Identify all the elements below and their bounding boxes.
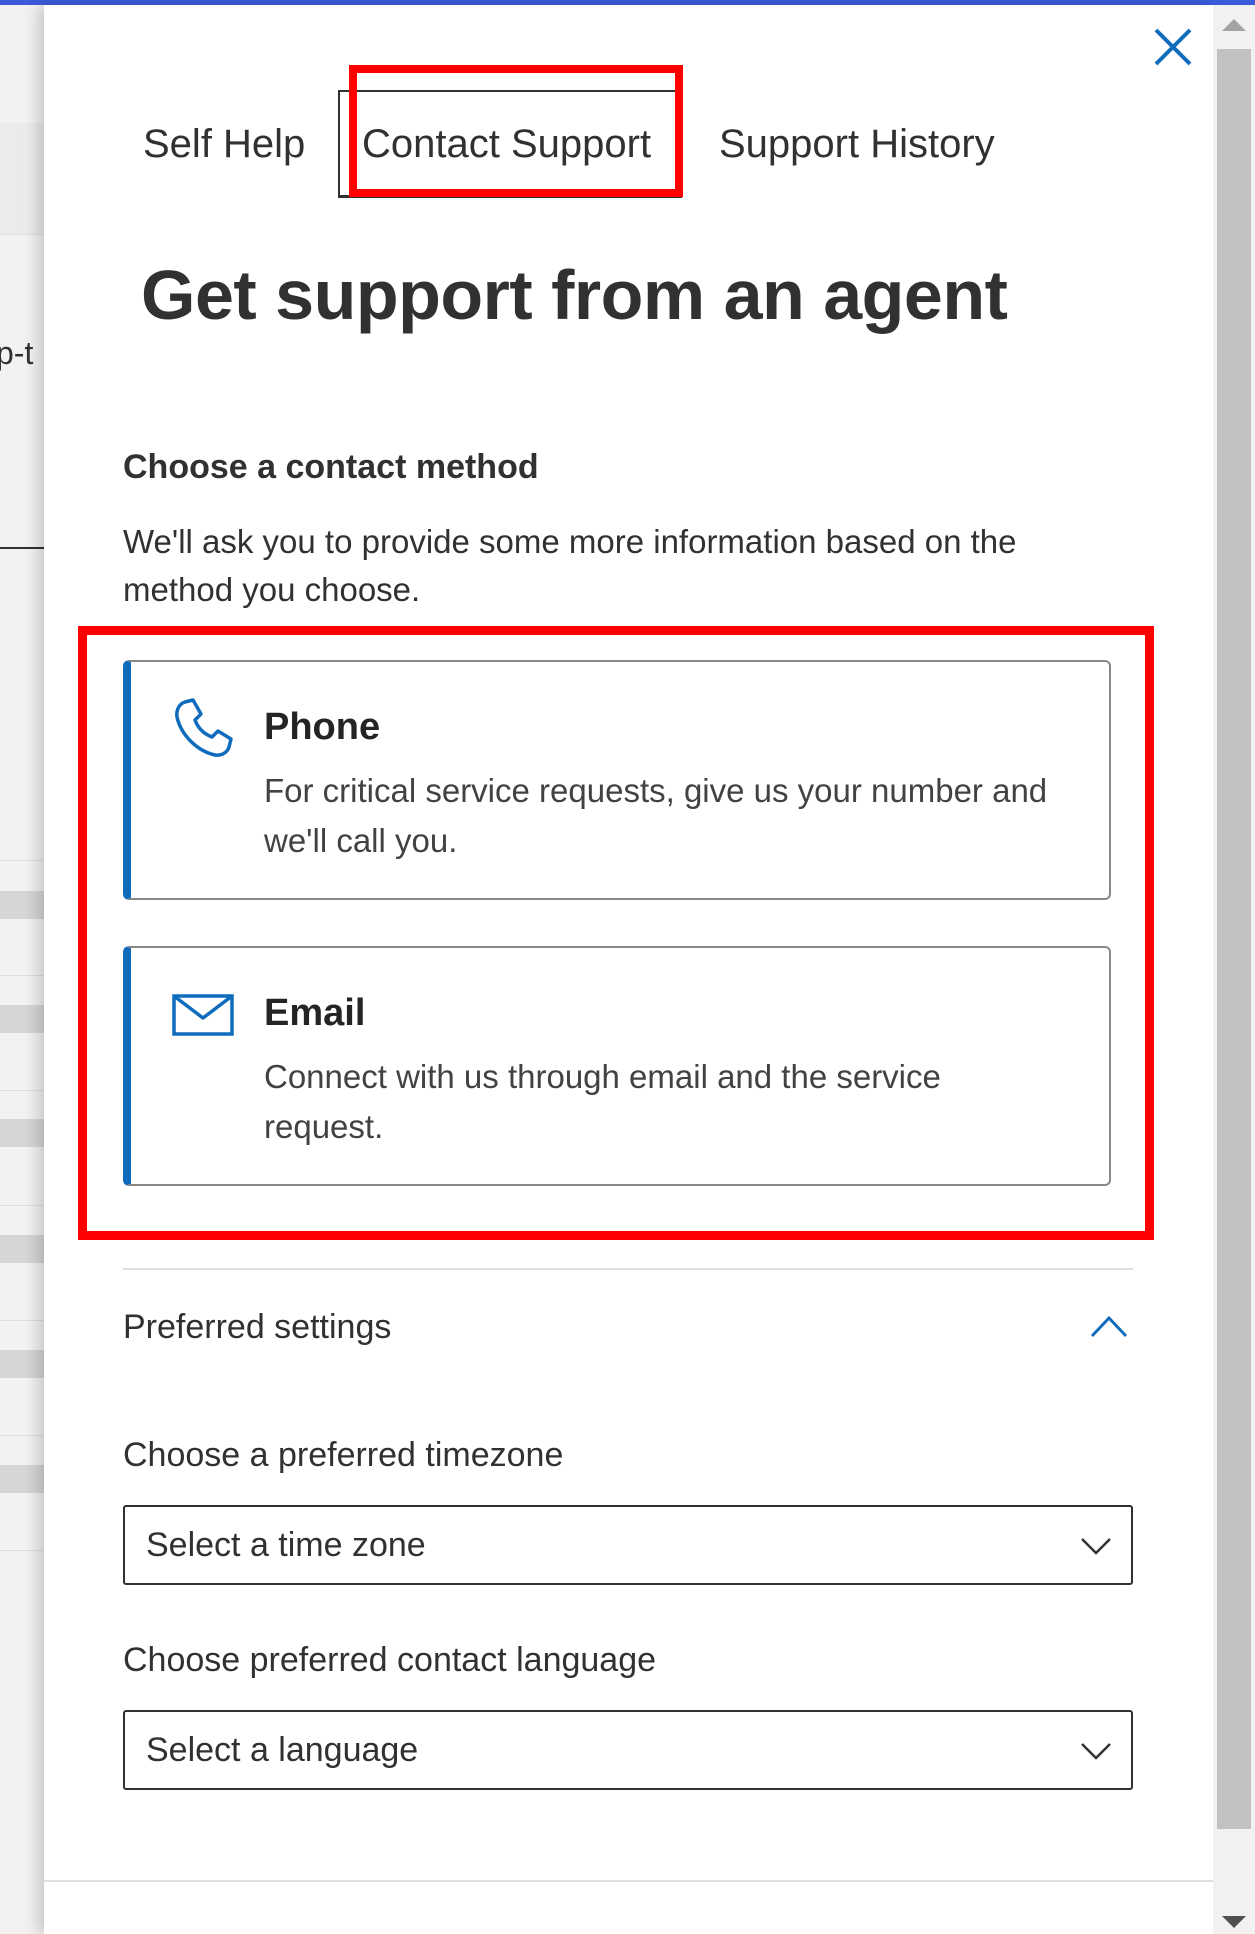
background-row-line [0, 1435, 44, 1436]
chevron-down-icon [1081, 1538, 1111, 1555]
background-row [0, 1235, 44, 1263]
background-partial-text: p-t [0, 335, 34, 371]
background-row [0, 1465, 44, 1493]
language-dropdown[interactable]: Select a language [123, 1710, 1133, 1790]
phone-option-title: Phone [264, 706, 381, 748]
contact-method-label: Choose a contact method [123, 448, 539, 486]
phone-option-description: For critical service requests, give us y… [264, 772, 1048, 859]
tab-support-history[interactable]: Support History [719, 90, 995, 198]
chevron-up-icon [1090, 1315, 1128, 1338]
email-option-description: Connect with us through email and the se… [264, 1058, 941, 1145]
scrollbar-thumb[interactable] [1217, 49, 1251, 1829]
contact-method-description: We'll ask you to provide some more infor… [123, 523, 1017, 608]
background-row-line [0, 1205, 44, 1206]
language-dropdown-value: Select a language [146, 1731, 419, 1769]
scroll-up-arrow-icon[interactable] [1222, 19, 1246, 31]
tab-self-help[interactable]: Self Help [143, 90, 305, 198]
background-row-line [0, 860, 44, 861]
chevron-down-icon [1081, 1743, 1111, 1760]
preferred-settings-label: Preferred settings [123, 1308, 392, 1346]
section-divider [123, 1268, 1133, 1270]
background-row-line [0, 1550, 44, 1551]
background-page: p-t [0, 5, 44, 1934]
footer-divider [44, 1880, 1213, 1882]
email-option-title: Email [264, 992, 366, 1034]
vertical-scrollbar[interactable] [1213, 5, 1255, 1934]
language-label: Choose preferred contact language [123, 1641, 657, 1679]
phone-option-card[interactable]: Phone For critical service requests, giv… [123, 660, 1111, 900]
preferred-settings-toggle[interactable]: Preferred settings [123, 1300, 1133, 1360]
background-row [0, 1350, 44, 1378]
background-row-line [0, 975, 44, 976]
background-row-line [0, 1320, 44, 1321]
close-button[interactable] [1148, 22, 1198, 72]
mail-icon [172, 994, 234, 1036]
background-divider [0, 547, 44, 549]
scroll-down-arrow-icon[interactable] [1222, 1916, 1246, 1928]
background-row [0, 1005, 44, 1033]
email-option-card[interactable]: Email Connect with us through email and … [123, 946, 1111, 1186]
background-row-line [0, 1090, 44, 1091]
page-title: Get support from an agent [141, 256, 1008, 334]
background-header-band [0, 123, 44, 235]
tab-contact-support[interactable]: Contact Support [338, 90, 682, 198]
close-icon [1154, 28, 1192, 66]
phone-icon [175, 698, 233, 757]
timezone-dropdown-value: Select a time zone [146, 1526, 426, 1564]
timezone-dropdown[interactable]: Select a time zone [123, 1505, 1133, 1585]
background-row [0, 1119, 44, 1147]
background-row [0, 891, 44, 919]
timezone-label: Choose a preferred timezone [123, 1436, 564, 1474]
